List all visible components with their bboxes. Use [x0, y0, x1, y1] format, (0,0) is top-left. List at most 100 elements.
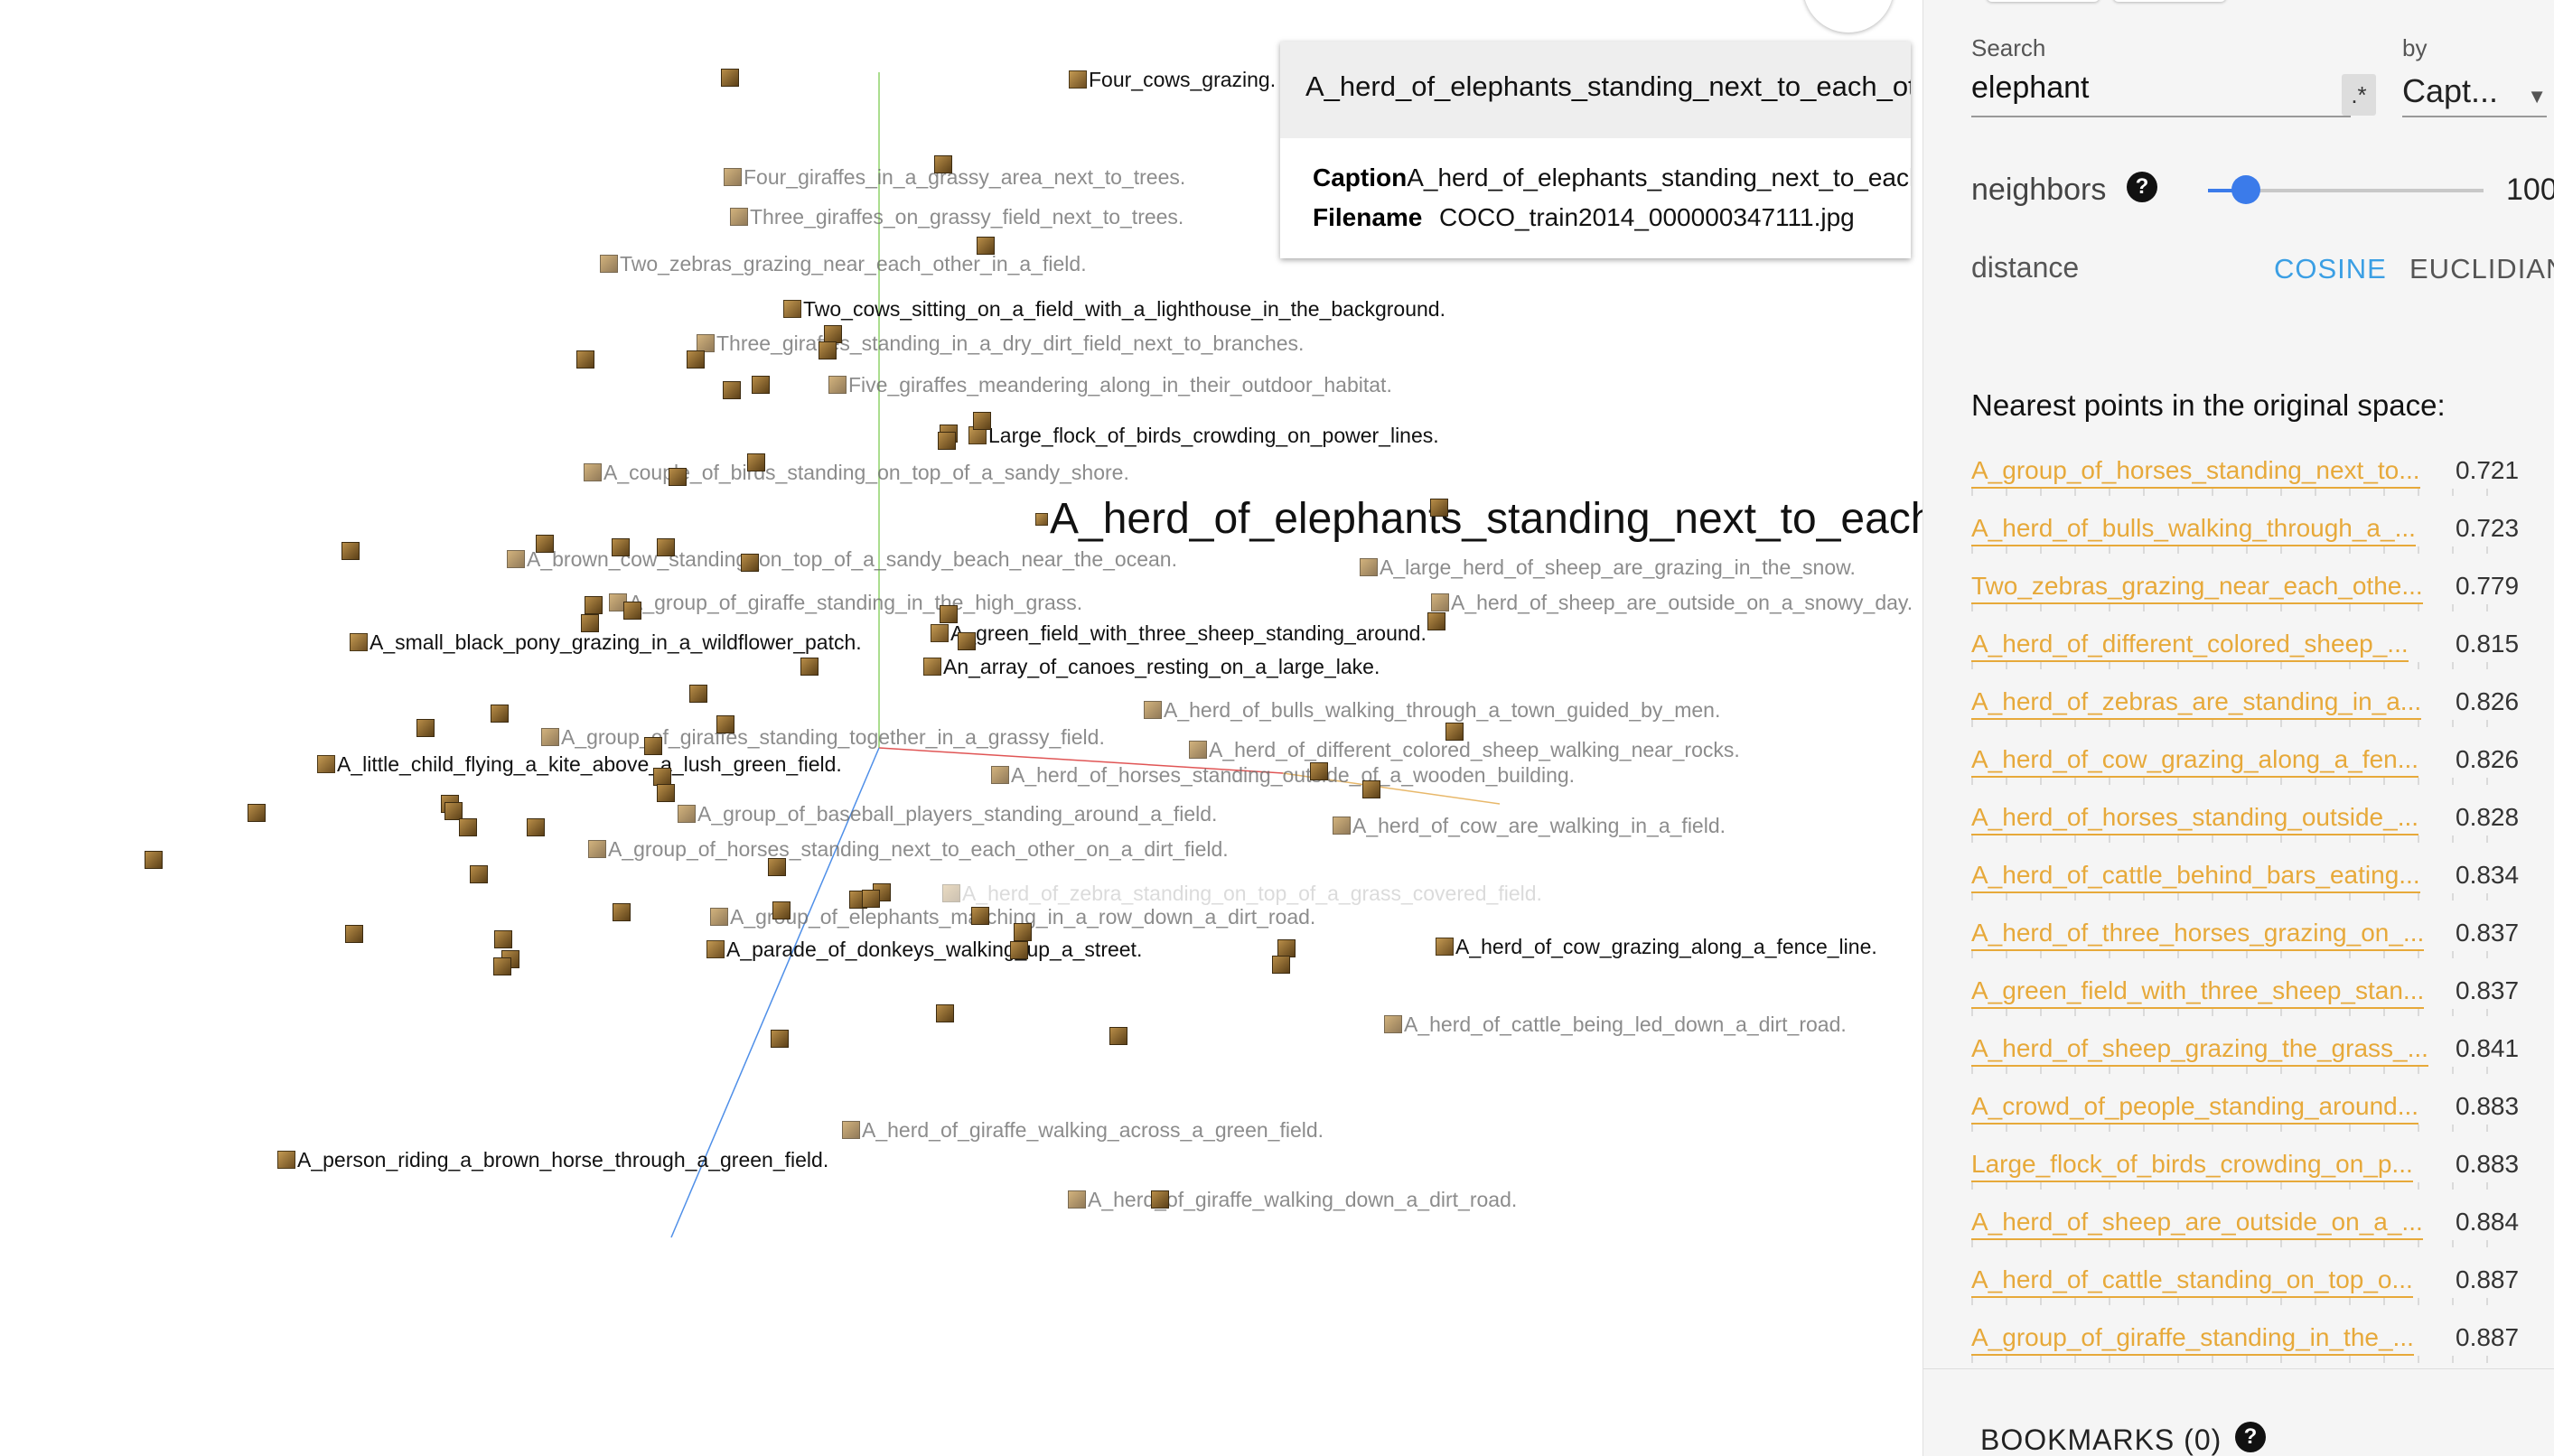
- nearest-point-name[interactable]: A_herd_of_bulls_walking_through_a_...: [1971, 514, 2416, 546]
- nearest-point-item[interactable]: A_herd_of_horses_standing_outside_... 0.8…: [1971, 796, 2549, 854]
- nearest-point-name[interactable]: A_herd_of_cow_grazing_along_a_fen...: [1971, 745, 2419, 778]
- nearest-point-name[interactable]: A_herd_of_different_colored_sheep_...: [1971, 630, 2409, 662]
- point-label[interactable]: A_herd_of_different_colored_sheep_walkin…: [1189, 740, 1740, 761]
- regex-toggle[interactable]: .*: [2342, 74, 2376, 116]
- image-thumbnail[interactable]: [145, 851, 163, 869]
- image-thumbnail[interactable]: [644, 737, 662, 755]
- point-label[interactable]: A_group_of_giraffes_standing_together_in…: [541, 727, 1105, 748]
- image-thumbnail[interactable]: [938, 432, 956, 450]
- point-label[interactable]: A_herd_of_cattle_being_led_down_a_dirt_r…: [1384, 1014, 1847, 1035]
- nearest-point-name[interactable]: A_group_of_giraffe_standing_in_the_...: [1971, 1323, 2414, 1356]
- point-label[interactable]: Large_flock_of_birds_crowding_on_power_l…: [968, 425, 1439, 446]
- nearest-point-item[interactable]: A_herd_of_zebras_are_standing_in_a... 0.8…: [1971, 680, 2549, 738]
- nearest-point-name[interactable]: A_crowd_of_people_standing_around...: [1971, 1092, 2419, 1125]
- image-thumbnail[interactable]: [768, 858, 786, 876]
- nearest-point-name[interactable]: A_herd_of_horses_standing_outside_...: [1971, 803, 2419, 835]
- image-thumbnail[interactable]: [1277, 939, 1296, 957]
- point-label[interactable]: A_herd_of_cow_grazing_along_a_fence_line…: [1436, 937, 1877, 957]
- point-label[interactable]: A_couple_of_birds_standing_on_top_of_a_s…: [584, 462, 1129, 483]
- nearest-point-item[interactable]: A_herd_of_cattle_standing_on_top_o... 0.8…: [1971, 1258, 2549, 1316]
- image-thumbnail[interactable]: [687, 350, 705, 369]
- image-thumbnail[interactable]: [936, 1004, 954, 1022]
- point-label[interactable]: A_herd_of_elephants_standing_next_to_eac…: [1035, 498, 1923, 541]
- nearest-point-item[interactable]: A_crowd_of_people_standing_around... 0.88…: [1971, 1085, 2549, 1143]
- search-input[interactable]: elephant: [1971, 70, 2351, 117]
- point-label[interactable]: A_group_of_horses_standing_next_to_each_…: [588, 839, 1229, 860]
- image-thumbnail[interactable]: [653, 768, 671, 786]
- nearest-point-name[interactable]: A_herd_of_cattle_standing_on_top_o...: [1971, 1265, 2413, 1298]
- point-label[interactable]: A_little_child_flying_a_kite_above_a_lus…: [317, 754, 842, 775]
- image-thumbnail[interactable]: [527, 818, 545, 836]
- image-thumbnail[interactable]: [971, 907, 989, 925]
- image-thumbnail[interactable]: [723, 381, 741, 399]
- image-thumbnail[interactable]: [341, 542, 360, 560]
- nearest-point-item[interactable]: Large_flock_of_birds_crowding_on_p... 0.8…: [1971, 1143, 2549, 1200]
- image-thumbnail[interactable]: [1362, 780, 1380, 798]
- image-thumbnail[interactable]: [416, 719, 435, 737]
- image-thumbnail[interactable]: [977, 237, 995, 255]
- image-thumbnail[interactable]: [613, 903, 631, 921]
- image-thumbnail[interactable]: [444, 802, 463, 820]
- euclidean-button[interactable]: EUCLIDIAN: [2409, 253, 2554, 285]
- image-thumbnail[interactable]: [345, 925, 363, 943]
- nearest-point-item[interactable]: A_herd_of_sheep_grazing_the_grass_... 0.8…: [1971, 1027, 2549, 1085]
- image-thumbnail[interactable]: [494, 930, 512, 948]
- image-thumbnail[interactable]: [716, 715, 734, 733]
- image-thumbnail[interactable]: [612, 538, 630, 556]
- nearest-point-item[interactable]: A_group_of_giraffe_standing_in_the_... 0.…: [1971, 1316, 2549, 1374]
- nearest-point-name[interactable]: Large_flock_of_birds_crowding_on_p...: [1971, 1150, 2413, 1182]
- image-thumbnail[interactable]: [1014, 923, 1032, 941]
- point-label[interactable]: Two_cows_sitting_on_a_field_with_a_light…: [783, 299, 1445, 320]
- point-label[interactable]: A_herd_of_bulls_walking_through_a_town_g…: [1144, 700, 1720, 721]
- image-thumbnail[interactable]: [862, 890, 880, 908]
- image-thumbnail[interactable]: [940, 605, 958, 623]
- point-label[interactable]: Three_giraffes_on_grassy_field_next_to_t…: [730, 207, 1183, 228]
- nearest-point-name[interactable]: Two_zebras_grazing_near_each_othe...: [1971, 572, 2423, 604]
- nearest-point-name[interactable]: A_herd_of_sheep_grazing_the_grass_...: [1971, 1034, 2428, 1067]
- image-thumbnail[interactable]: [934, 155, 952, 173]
- point-label[interactable]: A_herd_of_giraffe_walking_across_a_green…: [842, 1120, 1324, 1141]
- image-thumbnail[interactable]: [1445, 723, 1464, 741]
- image-thumbnail[interactable]: [576, 350, 594, 369]
- image-thumbnail[interactable]: [459, 818, 477, 836]
- image-thumbnail[interactable]: [824, 325, 842, 343]
- cosine-button[interactable]: COSINE: [2274, 253, 2387, 285]
- point-label[interactable]: A_herd_of_zebra_standing_on_top_of_a_gra…: [942, 883, 1542, 904]
- image-thumbnail[interactable]: [741, 554, 759, 572]
- nearest-point-name[interactable]: A_herd_of_sheep_are_outside_on_a_...: [1971, 1208, 2423, 1240]
- search-by-select[interactable]: Capt... ▼: [2402, 72, 2547, 117]
- nearest-point-name[interactable]: A_group_of_horses_standing_next_to...: [1971, 456, 2420, 489]
- point-label[interactable]: Four_giraffes_in_a_grassy_area_next_to_t…: [724, 167, 1185, 188]
- image-thumbnail[interactable]: [491, 705, 509, 723]
- image-thumbnail[interactable]: [585, 596, 603, 614]
- image-thumbnail[interactable]: [657, 784, 675, 802]
- image-thumbnail[interactable]: [248, 804, 266, 822]
- nearest-point-name[interactable]: A_herd_of_cattle_behind_bars_eating...: [1971, 861, 2420, 893]
- top-button-stub[interactable]: [2113, 0, 2226, 2]
- point-label[interactable]: A_large_herd_of_sheep_are_grazing_in_the…: [1360, 557, 1856, 578]
- nearest-point-item[interactable]: A_green_field_with_three_sheep_stan... 0.…: [1971, 969, 2549, 1027]
- image-thumbnail[interactable]: [771, 1030, 789, 1048]
- point-label[interactable]: A_green_field_with_three_sheep_standing_…: [931, 623, 1427, 644]
- image-thumbnail[interactable]: [669, 468, 687, 486]
- nearest-point-name[interactable]: A_herd_of_zebras_are_standing_in_a...: [1971, 687, 2422, 720]
- point-label[interactable]: Four_cows_grazing.: [1069, 70, 1276, 90]
- image-thumbnail[interactable]: [1109, 1027, 1127, 1045]
- nearest-point-item[interactable]: Two_zebras_grazing_near_each_othe... 0.77…: [1971, 565, 2549, 622]
- image-thumbnail[interactable]: [747, 453, 765, 471]
- point-label[interactable]: A_group_of_baseball_players_standing_aro…: [678, 804, 1217, 825]
- neighbors-slider-knob[interactable]: [2231, 175, 2260, 204]
- point-label[interactable]: A_herd_of_sheep_are_outside_on_a_snowy_d…: [1431, 593, 1913, 613]
- image-thumbnail[interactable]: [657, 538, 675, 556]
- point-label[interactable]: A_person_riding_a_brown_horse_through_a_…: [277, 1150, 828, 1171]
- point-label[interactable]: Two_zebras_grazing_near_each_other_in_a_…: [600, 254, 1087, 275]
- image-thumbnail[interactable]: [1310, 762, 1328, 780]
- point-label[interactable]: A_herd_of_cow_are_walking_in_a_field.: [1333, 816, 1726, 836]
- image-thumbnail[interactable]: [958, 632, 976, 650]
- image-thumbnail[interactable]: [581, 614, 599, 632]
- image-thumbnail[interactable]: [1430, 499, 1448, 517]
- projection-canvas[interactable]: Four_cows_grazing. Four_giraffes_in_a_gra…: [0, 0, 1923, 1456]
- point-label[interactable]: Five_giraffes_meandering_along_in_their_…: [828, 375, 1392, 396]
- image-thumbnail[interactable]: [721, 69, 739, 87]
- nearest-point-item[interactable]: A_herd_of_three_horses_grazing_on_... 0.8…: [1971, 911, 2549, 969]
